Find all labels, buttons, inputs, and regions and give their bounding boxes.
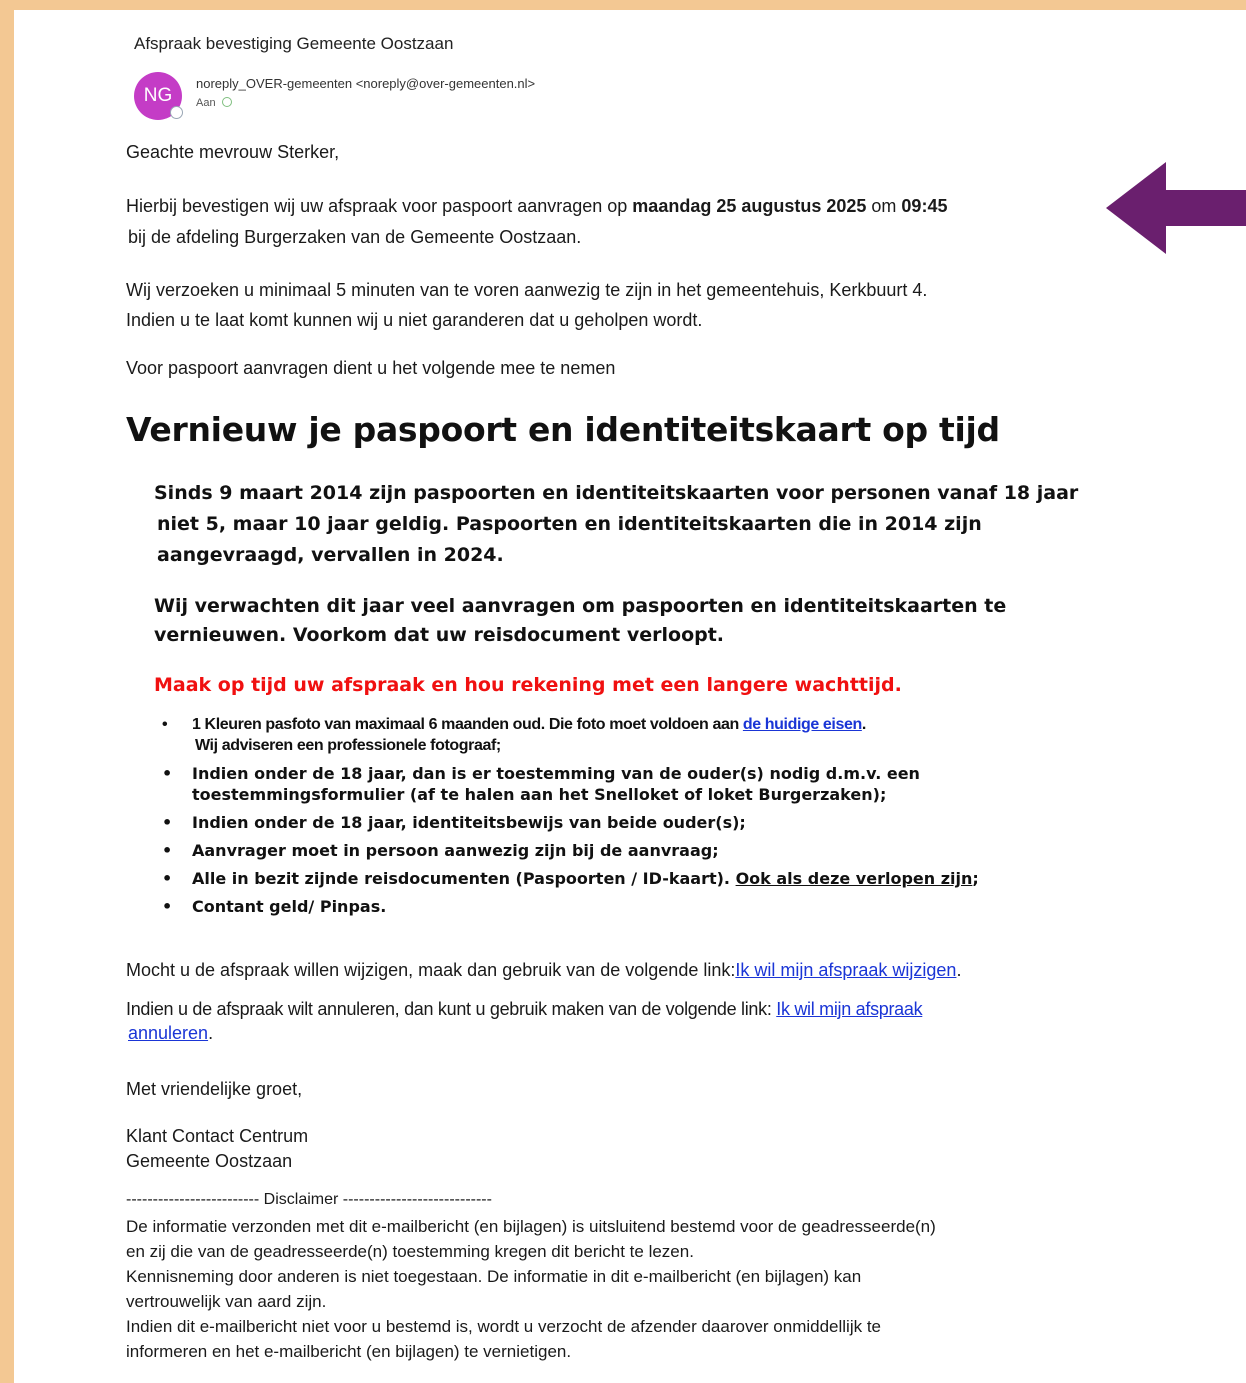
signature-line-2: Gemeente Oostzaan — [126, 1151, 293, 1171]
req-text-line-2: toestemmingsformulier (af te halen aan h… — [192, 785, 887, 804]
bullet-icon: • — [162, 869, 173, 888]
confirm-text: Hierbij bevestigen wij uw afspraak voor … — [126, 196, 633, 216]
headline: Vernieuw je paspoort en identiteitskaart… — [126, 410, 1000, 449]
list-item: • 1 Kleuren pasfoto van maximaal 6 maand… — [160, 714, 1060, 756]
list-item: • Indien onder de 18 jaar, identiteitsbe… — [160, 812, 1060, 833]
confirm-line-1: Hierbij bevestigen wij uw afspraak voor … — [126, 196, 947, 217]
confirm-mid: om — [866, 196, 902, 216]
greeting: Geachte mevrouw Sterker, — [126, 142, 340, 162]
cancel-appointment-link-cont[interactable]: annuleren — [128, 1023, 208, 1043]
list-item: • Contant geld/ Pinpas. — [160, 896, 1060, 917]
validity-line-2: niet 5, maar 10 jaar geldig. Paspoorten … — [157, 513, 982, 535]
disclaimer-line-6: informeren en het e-mailbericht (en bijl… — [126, 1342, 572, 1361]
list-item: • Indien onder de 18 jaar, dan is er toe… — [160, 763, 1060, 805]
expectation-line-1: Wij verwachten dit jaar veel aanvragen o… — [154, 595, 1007, 617]
disclaimer-line-4: vertrouwelijk van aard zijn. — [126, 1292, 327, 1311]
bullet-icon: • — [162, 764, 173, 783]
requirements-list: • 1 Kleuren pasfoto van maximaal 6 maand… — [160, 714, 1060, 924]
cancel-punct: . — [208, 1023, 214, 1043]
arrive-line-1: Wij verzoeken u minimaal 5 minuten van t… — [126, 280, 928, 300]
req-text: Contant geld/ Pinpas. — [192, 897, 387, 916]
cancel-appointment-link[interactable]: Ik wil mijn afspraak — [776, 999, 922, 1019]
cancel-line-2: annuleren. — [128, 1023, 213, 1044]
bullet-icon: • — [162, 716, 168, 733]
disclaimer-line-3: Kennisneming door anderen is niet toeges… — [126, 1267, 862, 1286]
expectation-paragraph: Wij verwachten dit jaar veel aanvragen o… — [154, 592, 1006, 650]
disclaimer-line-2: en zij die van de geadresseerde(n) toest… — [126, 1242, 694, 1261]
bring-intro: Voor paspoort aanvragen dient u het volg… — [126, 358, 616, 378]
avatar-initials: NG — [143, 85, 173, 106]
req-underline: Ook als deze verlopen zijn — [735, 869, 973, 888]
photo-requirements-link[interactable]: de huidige eisen — [743, 716, 862, 733]
list-item: • Alle in bezit zijnde reisdocumenten (P… — [160, 868, 1060, 889]
recipient-status-icon — [221, 97, 232, 107]
change-line: Mocht u de afspraak willen wijzigen, maa… — [126, 960, 961, 981]
arrive-line-2: Indien u te laat komt kunnen wij u niet … — [126, 310, 703, 330]
bullet-icon: • — [162, 897, 173, 916]
closing: Met vriendelijke groet, — [126, 1079, 303, 1099]
cancel-text: Indien u de afspraak wilt annuleren, dan… — [126, 999, 777, 1019]
disclaimer-body: De informatie verzonden met dit e-mailbe… — [126, 1214, 936, 1364]
req-text: Alle in bezit zijnde reisdocumenten (Pas… — [192, 869, 736, 888]
presence-status-icon — [170, 106, 183, 119]
appointment-time: 09:45 — [901, 196, 948, 216]
req-text: Indien onder de 18 jaar, dan is er toest… — [192, 764, 920, 783]
left-arrow-icon — [1106, 162, 1246, 254]
change-text: Mocht u de afspraak willen wijzigen, maa… — [126, 960, 736, 980]
disclaimer-line-1: De informatie verzonden met dit e-mailbe… — [126, 1217, 936, 1236]
list-item: • Aanvrager moet in persoon aanwezig zij… — [160, 840, 1060, 861]
change-appointment-link[interactable]: Ik wil mijn afspraak wijzigen — [735, 960, 956, 980]
validity-line-1: Sinds 9 maart 2014 zijn paspoorten en id… — [154, 482, 1079, 504]
req-text: Aanvrager moet in persoon aanwezig zijn … — [192, 841, 719, 860]
arrow-shape — [1106, 162, 1246, 254]
req-text: Indien onder de 18 jaar, identiteitsbewi… — [192, 813, 746, 832]
req-text-line-2: Wij adviseren een professionele fotograa… — [195, 737, 501, 754]
email-reading-pane: Afspraak bevestiging Gemeente Oostzaan N… — [14, 10, 1246, 1383]
bullet-icon: • — [162, 813, 173, 832]
to-label: Aan — [196, 97, 216, 109]
req-punct: . — [861, 716, 866, 733]
req-text: 1 Kleuren pasfoto van maximaal 6 maanden… — [192, 716, 743, 733]
email-subject: Afspraak bevestiging Gemeente Oostzaan — [134, 34, 454, 53]
change-punct: . — [956, 960, 962, 980]
bullet-icon: • — [162, 841, 173, 860]
appointment-date: maandag 25 augustus 2025 — [632, 196, 867, 216]
expectation-line-2: vernieuwen. Voorkom dat uw reisdocument … — [154, 624, 725, 646]
validity-paragraph: Sinds 9 maart 2014 zijn paspoorten en id… — [154, 478, 1078, 571]
signature: Klant Contact Centrum Gemeente Oostzaan — [126, 1124, 308, 1174]
validity-line-3: aangevraagd, vervallen in 2024. — [157, 544, 504, 566]
confirm-line-2: bij de afdeling Burgerzaken van de Gemee… — [128, 227, 582, 247]
warning-line: Maak op tijd uw afspraak en hou rekening… — [154, 674, 902, 696]
sender-address[interactable]: noreply_OVER-gemeenten <noreply@over-gem… — [196, 76, 535, 91]
cancel-line-1: Indien u de afspraak wilt annuleren, dan… — [126, 999, 923, 1020]
signature-line-1: Klant Contact Centrum — [126, 1126, 309, 1146]
disclaimer-header: ------------------------- Disclaimer ---… — [126, 1191, 492, 1208]
recipient-line[interactable]: Aan — [196, 97, 232, 109]
req-punct: ; — [972, 869, 979, 888]
disclaimer-line-5: Indien dit e-mailbericht niet voor u bes… — [126, 1317, 881, 1336]
